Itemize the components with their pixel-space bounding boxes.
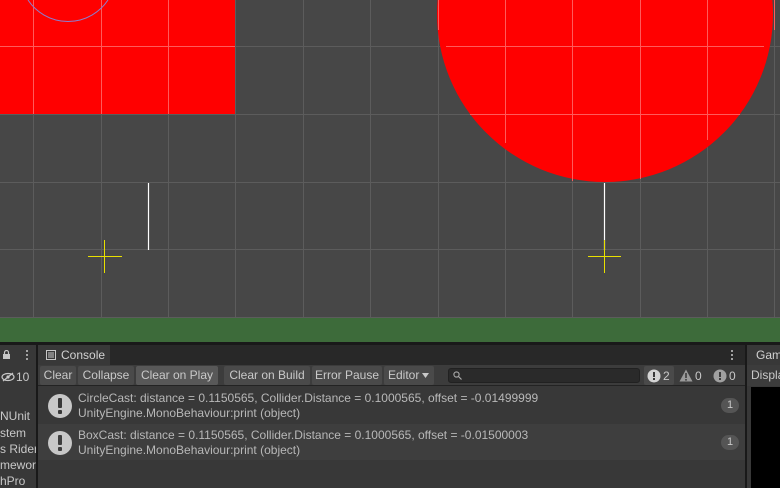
- info-message-icon: [48, 394, 72, 418]
- log-count-badge: 1: [721, 398, 739, 413]
- info-filter-toggle[interactable]: 2: [644, 366, 674, 385]
- warning-icon: [679, 369, 693, 382]
- log-message: BoxCast: distance = 0.1150565, Collider.…: [78, 428, 529, 442]
- clear-on-play-toggle[interactable]: Clear on Play: [136, 366, 218, 385]
- warning-filter-toggle[interactable]: 0: [676, 366, 708, 385]
- warning-count: 0: [695, 368, 702, 383]
- project-panel: 10 NUnit stem s Rider mewor hPro: [0, 345, 36, 488]
- hidden-count: 10: [16, 370, 30, 384]
- clear-button[interactable]: Clear: [40, 366, 76, 385]
- clear-on-build-toggle[interactable]: Clear on Build: [224, 366, 310, 385]
- package-item[interactable]: stem: [0, 426, 26, 440]
- error-icon: [713, 369, 727, 382]
- package-item[interactable]: s Rider: [0, 442, 36, 456]
- console-icon: [46, 350, 56, 360]
- log-stacktrace: UnityEngine.MonoBehaviour:print (object): [78, 406, 301, 420]
- info-count: 2: [663, 368, 670, 383]
- package-item[interactable]: mewor: [0, 458, 36, 472]
- display-dropdown[interactable]: Display 1: [747, 365, 780, 386]
- collapse-button[interactable]: Collapse: [78, 366, 134, 385]
- bottom-panel: 10 NUnit stem s Rider mewor hPro Console: [0, 342, 780, 488]
- lock-icon[interactable]: [2, 350, 11, 359]
- editor-dropdown[interactable]: Editor: [384, 366, 434, 385]
- package-item[interactable]: hPro: [0, 474, 25, 488]
- console-toolbar: Clear Collapse Clear on Play Clear on Bu…: [38, 365, 745, 386]
- red-box[interactable]: [0, 0, 235, 114]
- tab-game-label: Game: [756, 348, 780, 362]
- tab-console[interactable]: Console: [38, 345, 110, 365]
- red-circle[interactable]: [437, 0, 773, 182]
- log-stacktrace: UnityEngine.MonoBehaviour:print (object): [78, 443, 301, 457]
- game-panel: Game Display 1: [747, 345, 780, 488]
- error-pause-toggle[interactable]: Error Pause: [312, 366, 382, 385]
- search-input[interactable]: [465, 369, 635, 382]
- scene-view[interactable]: [0, 0, 780, 342]
- hidden-packages-toggle[interactable]: 10: [0, 368, 36, 386]
- log-count-badge: 1: [721, 435, 739, 450]
- info-icon: [647, 369, 661, 382]
- editor-dropdown-label: Editor: [388, 368, 420, 382]
- log-entry[interactable]: CircleCast: distance = 0.1150565, Collid…: [38, 387, 745, 423]
- circle-origin-cross: [588, 240, 621, 273]
- console-menu-icon[interactable]: [729, 349, 735, 361]
- tab-console-label: Console: [61, 348, 106, 362]
- search-icon: [453, 371, 462, 380]
- log-message: CircleCast: distance = 0.1150565, Collid…: [78, 391, 539, 405]
- box-origin-cross: [88, 240, 122, 273]
- error-filter-toggle[interactable]: 0: [710, 366, 742, 385]
- game-viewport[interactable]: [751, 387, 780, 488]
- error-count: 0: [729, 368, 736, 383]
- scene-canvas[interactable]: [0, 0, 780, 342]
- package-item[interactable]: NUnit: [0, 409, 30, 423]
- console-panel: Console Clear Collapse Clear on Play Cle…: [38, 345, 745, 488]
- log-entry[interactable]: BoxCast: distance = 0.1150565, Collider.…: [38, 424, 745, 460]
- console-tabbar: Console: [38, 345, 745, 365]
- ground[interactable]: [0, 318, 780, 342]
- panel-menu-icon[interactable]: [24, 349, 30, 361]
- search-field[interactable]: [448, 368, 640, 383]
- chevron-down-icon: [422, 373, 429, 378]
- info-message-icon: [48, 431, 72, 455]
- tab-game[interactable]: Game: [747, 345, 780, 365]
- display-label: Display 1: [751, 368, 780, 382]
- eye-slash-icon: [1, 372, 15, 382]
